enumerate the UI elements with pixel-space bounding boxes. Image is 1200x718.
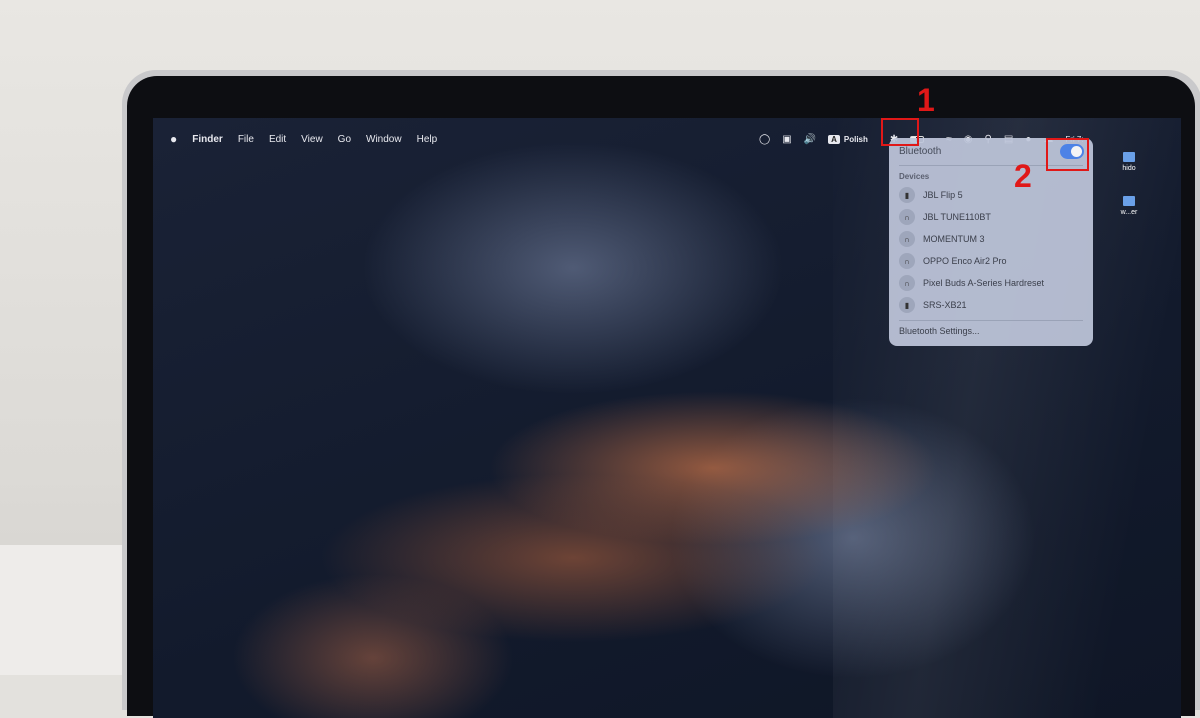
device-item[interactable]: ▮ JBL Flip 5 [899, 184, 1083, 206]
input-source[interactable]: A Polish [828, 135, 868, 144]
device-name: JBL Flip 5 [923, 190, 963, 200]
device-name: OPPO Enco Air2 Pro [923, 256, 1007, 266]
device-item[interactable]: ∩ Pixel Buds A-Series Hardreset [899, 272, 1083, 294]
display-icon[interactable]: ▣ [782, 134, 791, 145]
folder-label: hido [1122, 165, 1135, 172]
menu-window[interactable]: Window [366, 134, 402, 145]
folder-icon [1123, 152, 1135, 162]
menu-file[interactable]: File [238, 134, 254, 145]
desktop-folder[interactable]: w...er [1114, 196, 1144, 216]
menu-finder[interactable]: Finder [192, 134, 223, 145]
device-item[interactable]: ▮ SRS-XB21 [899, 294, 1083, 316]
annotation-number-2: 2 [1014, 158, 1032, 195]
desktop-folder[interactable]: hido [1114, 152, 1144, 172]
device-name: MOMENTUM 3 [923, 234, 985, 244]
device-item[interactable]: ∩ OPPO Enco Air2 Pro [899, 250, 1083, 272]
input-source-badge: A [828, 135, 840, 144]
folder-icon [1123, 196, 1135, 206]
speaker-icon: ▮ [899, 187, 915, 203]
menu-view[interactable]: View [301, 134, 323, 145]
bluetooth-settings[interactable]: Bluetooth Settings... [899, 326, 1083, 336]
headphones-icon: ∩ [899, 275, 915, 291]
device-name: SRS-XB21 [923, 300, 967, 310]
devices-header: Devices [899, 172, 1083, 181]
device-name: JBL TUNE110BT [923, 212, 991, 222]
menu-edit[interactable]: Edit [269, 134, 286, 145]
annotation-box-2 [1046, 138, 1089, 171]
menu-go[interactable]: Go [338, 134, 351, 145]
headphones-icon: ∩ [899, 209, 915, 225]
headphones-icon: ∩ [899, 231, 915, 247]
creative-cloud-icon[interactable]: ◯ [759, 134, 770, 145]
speaker-icon: ▮ [899, 297, 915, 313]
headphones-icon: ∩ [899, 253, 915, 269]
device-item[interactable]: ∩ JBL TUNE110BT [899, 206, 1083, 228]
volume-icon[interactable]: 🔊 [804, 134, 816, 145]
folder-label: w...er [1121, 209, 1138, 216]
annotation-box-1 [881, 118, 919, 146]
divider [899, 320, 1083, 321]
apple-menu-icon[interactable]: ● [170, 132, 177, 146]
device-item[interactable]: ∩ MOMENTUM 3 [899, 228, 1083, 250]
menu-help[interactable]: Help [417, 134, 438, 145]
device-name: Pixel Buds A-Series Hardreset [923, 278, 1044, 288]
input-source-label: Polish [844, 135, 868, 144]
annotation-number-1: 1 [917, 82, 935, 119]
